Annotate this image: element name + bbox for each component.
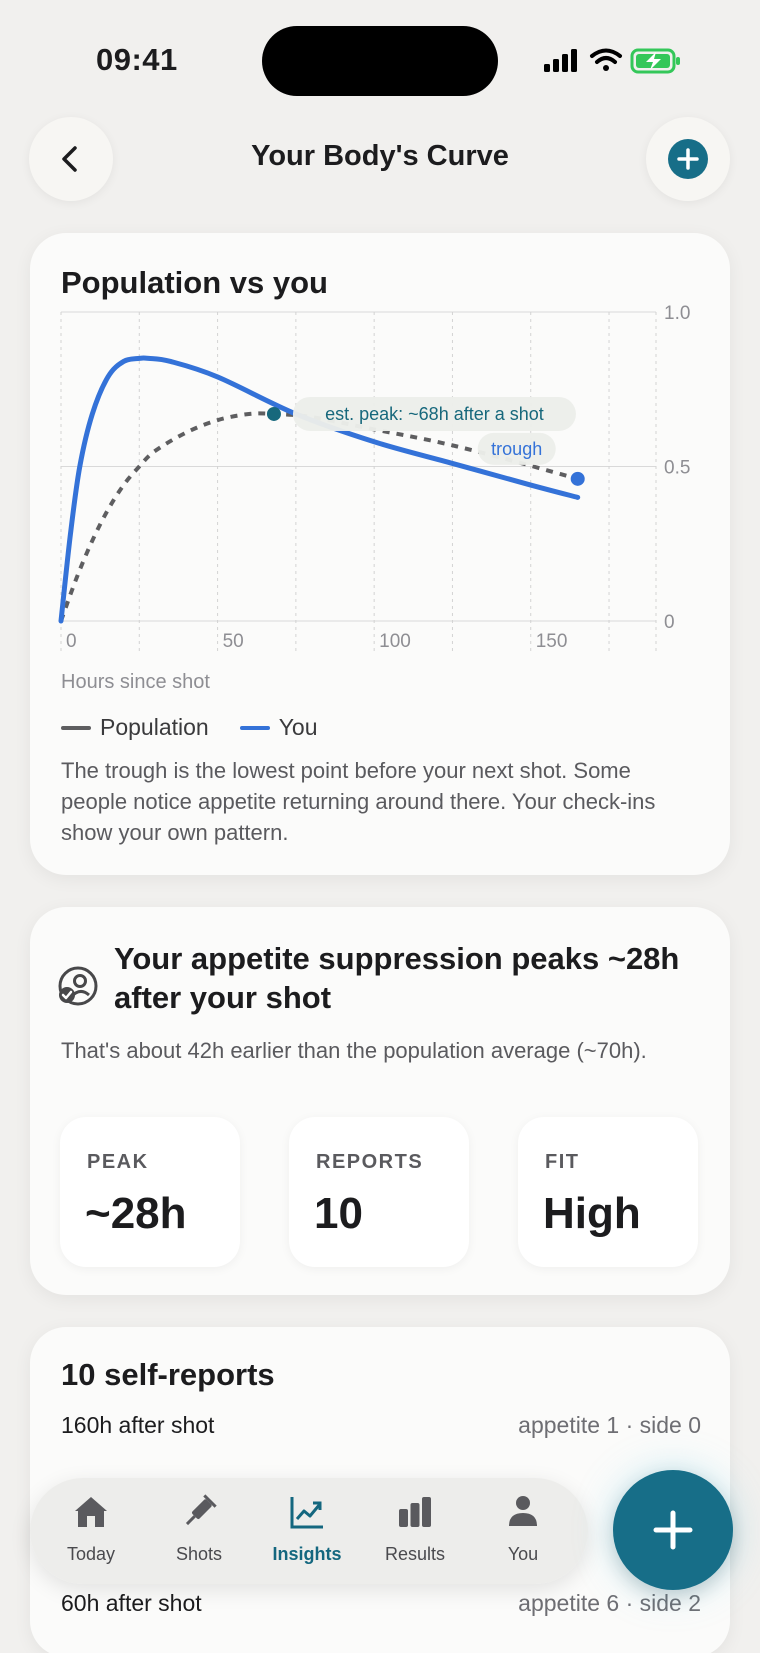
bar-chart-icon bbox=[399, 1497, 431, 1527]
stat-fit: FIT High bbox=[518, 1117, 698, 1267]
stat-value: High bbox=[543, 1189, 641, 1238]
stat-label: FIT bbox=[545, 1151, 580, 1173]
legend-item-you: You bbox=[239, 714, 318, 741]
insight-description: That's about 42h earlier than the popula… bbox=[61, 1038, 647, 1063]
chevron-left-icon bbox=[62, 146, 77, 172]
reports-title: 10 self-reports bbox=[61, 1357, 275, 1392]
house-icon bbox=[75, 1497, 107, 1527]
tab-label: Results bbox=[384, 1544, 446, 1564]
peak-point bbox=[266, 406, 281, 421]
chart-legend: Population You bbox=[61, 714, 349, 741]
trend-chart-icon bbox=[290, 1497, 323, 1529]
y-tick-label: 1.0 bbox=[664, 303, 690, 324]
x-tick-label: 50 bbox=[223, 631, 244, 652]
x-tick-label: 100 bbox=[379, 631, 411, 652]
y-tick-label: 0.5 bbox=[664, 458, 690, 479]
legend-item-population: Population bbox=[61, 714, 209, 741]
report-values: appetite 1 · side 0 bbox=[518, 1412, 701, 1438]
status-time: 09:41 bbox=[96, 42, 178, 77]
population-chart-card: Population vs you 1.0 0.5 0 0 50 100 150 est. p… bbox=[30, 233, 730, 875]
cellular-signal-icon bbox=[544, 49, 577, 72]
tab-shots[interactable]: Shots bbox=[149, 1492, 249, 1572]
legend-swatch-population bbox=[61, 725, 91, 730]
x-tick-label: 150 bbox=[536, 631, 568, 652]
tab-insights[interactable]: Insights bbox=[257, 1492, 357, 1572]
stat-label: REPORTS bbox=[316, 1151, 424, 1173]
tab-you[interactable]: You bbox=[473, 1492, 573, 1572]
insight-title: Your appetite suppression peaks ~28h aft… bbox=[114, 941, 680, 1015]
add-button[interactable] bbox=[646, 117, 730, 201]
report-values: appetite 6 · side 2 bbox=[518, 1590, 701, 1616]
tab-bar: Today Shots Insights Results You bbox=[30, 1478, 588, 1584]
chart-description: The trough is the lowest point before yo… bbox=[61, 758, 656, 845]
page-title: Your Body's Curve bbox=[251, 140, 509, 172]
tab-label: You bbox=[507, 1544, 539, 1564]
tab-label: Shots bbox=[175, 1544, 223, 1564]
report-row[interactable]: 60h after shot appetite 6 · side 2 bbox=[61, 1590, 701, 1622]
person-icon bbox=[509, 1496, 537, 1526]
stat-label: PEAK bbox=[87, 1151, 149, 1173]
appetite-curve-chart: 1.0 0.5 0 0 50 100 150 est. peak: ~68h after a … bbox=[58, 303, 690, 652]
tab-label: Today bbox=[66, 1544, 116, 1564]
person-check-icon bbox=[58, 966, 98, 1006]
stat-peak: PEAK ~28h bbox=[60, 1117, 240, 1267]
peak-annotation-label: est. peak: ~68h after a shot bbox=[325, 404, 544, 424]
wifi-icon bbox=[590, 48, 622, 71]
back-button[interactable] bbox=[29, 117, 113, 201]
syringe-icon bbox=[185, 1494, 217, 1526]
add-checkin-fab[interactable] bbox=[613, 1470, 733, 1590]
stat-value: 10 bbox=[314, 1189, 363, 1238]
insight-card: Your appetite suppression peaks ~28h aft… bbox=[30, 907, 730, 1295]
y-tick-label: 0 bbox=[664, 612, 675, 633]
legend-label-population: Population bbox=[100, 714, 209, 740]
plus-icon bbox=[653, 1510, 693, 1550]
stat-value: ~28h bbox=[85, 1189, 187, 1238]
report-time: 60h after shot bbox=[61, 1590, 202, 1616]
tab-today[interactable]: Today bbox=[41, 1492, 141, 1572]
tab-label: Insights bbox=[272, 1544, 342, 1564]
tab-results[interactable]: Results bbox=[365, 1492, 465, 1572]
status-icons bbox=[544, 48, 680, 74]
stat-reports: REPORTS 10 bbox=[289, 1117, 469, 1267]
legend-label-you: You bbox=[278, 714, 318, 740]
plus-circle-icon bbox=[668, 139, 708, 179]
trough-point bbox=[570, 471, 585, 486]
x-axis-label: Hours since shot bbox=[61, 671, 210, 693]
report-row[interactable]: 160h after shot appetite 1 · side 0 bbox=[61, 1412, 701, 1444]
battery-charging-icon bbox=[630, 48, 680, 74]
x-tick-label: 0 bbox=[66, 631, 77, 652]
legend-swatch-you bbox=[239, 725, 270, 730]
dynamic-island bbox=[262, 26, 498, 96]
status-bar: 09:41 bbox=[0, 0, 760, 110]
report-time: 160h after shot bbox=[61, 1412, 215, 1438]
trough-annotation-label: trough bbox=[491, 439, 542, 459]
